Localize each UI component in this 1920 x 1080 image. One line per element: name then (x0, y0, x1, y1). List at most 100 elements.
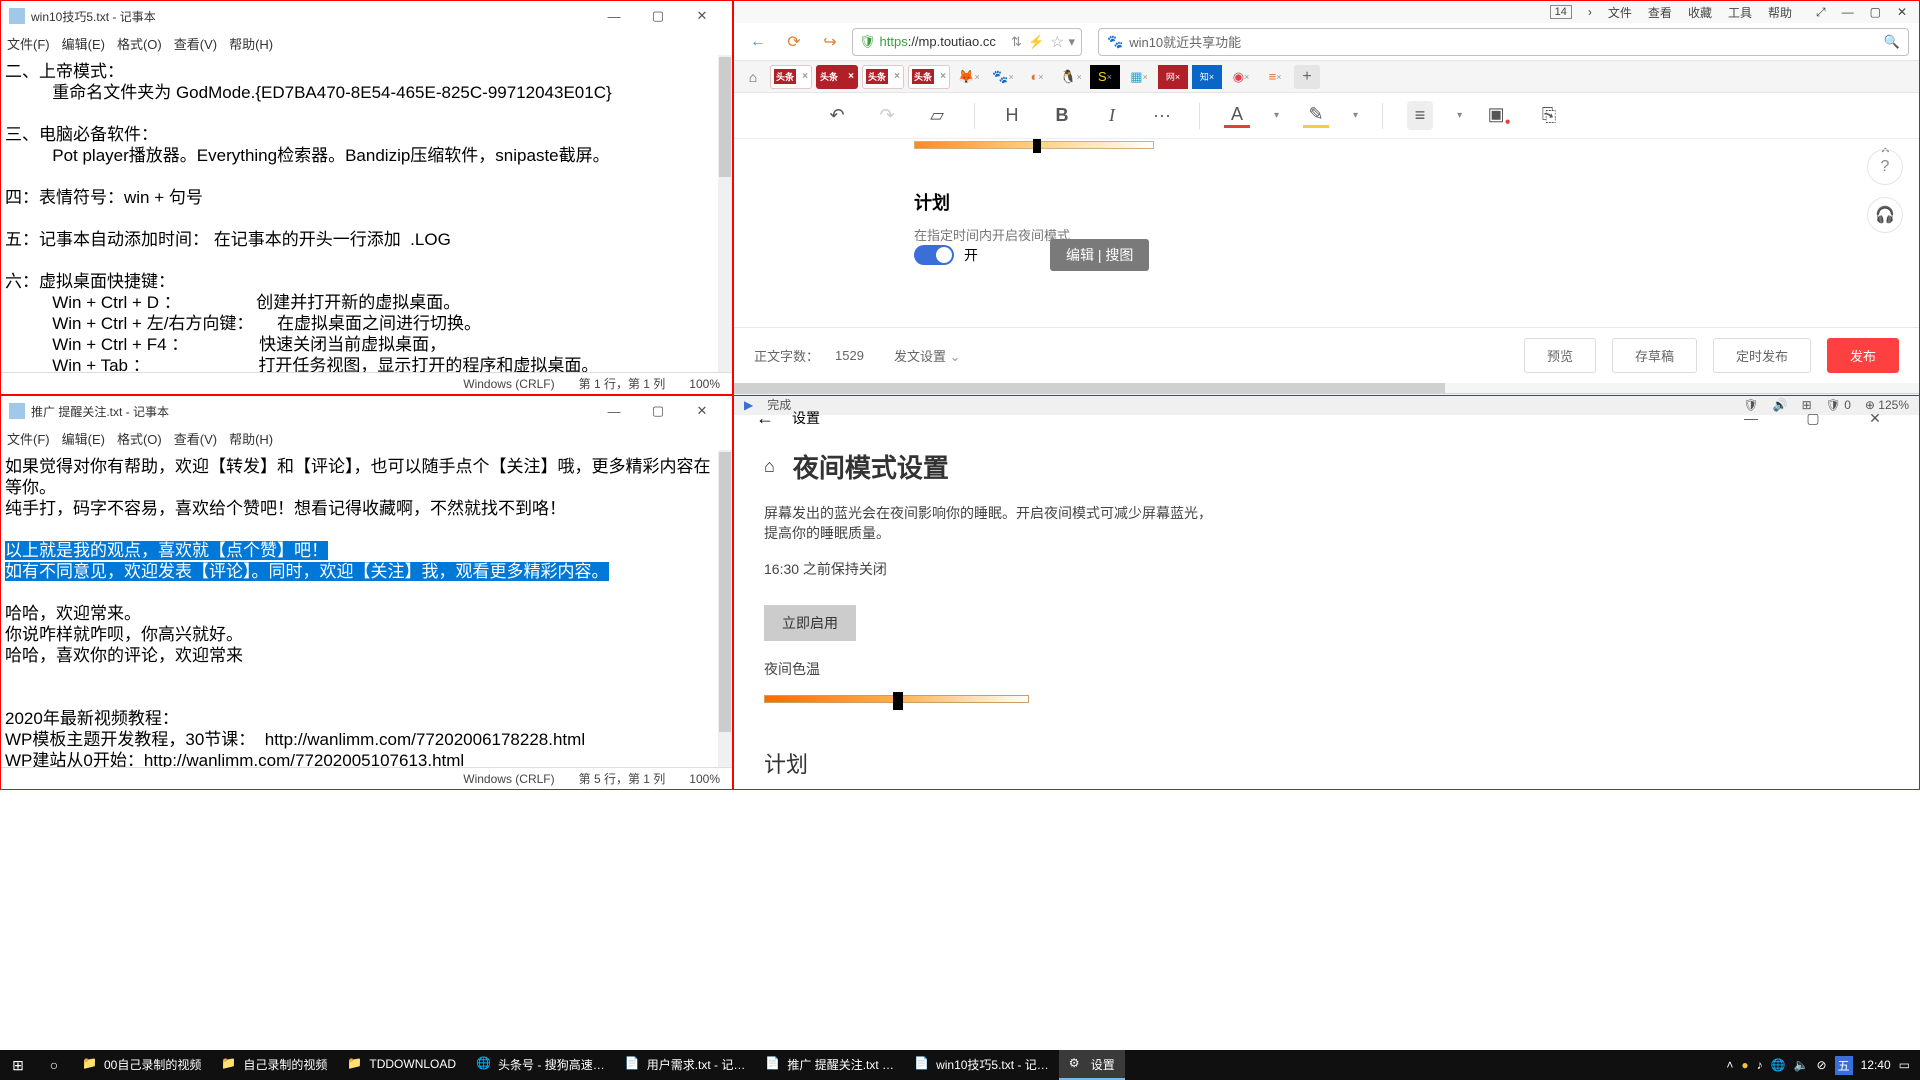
tab-7[interactable]: ◐× (1022, 65, 1052, 89)
search-input[interactable]: 🐾 win10就近共享功能 🔍 (1098, 28, 1909, 56)
text-area[interactable]: 如果觉得对你有帮助，欢迎【转发】和【评论】，也可以随手点个【关注】哦，更多精彩内… (1, 450, 718, 767)
pin-icon[interactable]: ⤢ (1816, 5, 1826, 20)
close-button[interactable]: ✕ (1897, 5, 1907, 19)
tray-block-icon[interactable]: ⊘ (1817, 1058, 1827, 1072)
tab-11[interactable]: 网× (1158, 65, 1188, 89)
publish-settings-dropdown[interactable]: 发文设置 ⌄ (894, 346, 961, 365)
italic-button[interactable]: I (1099, 105, 1125, 126)
save-draft-button[interactable]: 存草稿 (1612, 338, 1697, 373)
minimize-button[interactable]: — (1842, 5, 1854, 19)
start-button[interactable]: ⊞ (0, 1050, 36, 1080)
menu-edit[interactable]: 编辑(E) (62, 429, 105, 448)
tab-3[interactable]: 头条× (862, 65, 904, 89)
favorite-icon[interactable]: ☆ (1050, 32, 1064, 52)
heading-button[interactable]: H (999, 105, 1025, 126)
taskbar-item[interactable]: 📁00自己录制的视频 (72, 1050, 211, 1080)
back-button[interactable]: ← (744, 28, 772, 56)
tray-network-icon[interactable]: 🌐 (1771, 1058, 1786, 1072)
tab-9[interactable]: S× (1090, 65, 1120, 89)
publish-button[interactable]: 发布 (1827, 338, 1899, 373)
taskbar-item[interactable]: 🌐头条号 - 搜狗高速… (466, 1050, 615, 1080)
image-badge-icon[interactable]: ▣● (1486, 104, 1512, 128)
menu-format[interactable]: 格式(O) (117, 34, 162, 53)
new-tab-button[interactable]: + (1294, 65, 1320, 89)
menu-view[interactable]: 查看(V) (174, 429, 217, 448)
help-icon[interactable]: ? (1867, 149, 1903, 185)
undo-icon[interactable]: ↶ (824, 105, 850, 126)
menu-file[interactable]: 文件 (1608, 4, 1632, 21)
tray-ime-icon[interactable]: 五 (1835, 1056, 1853, 1075)
close-button[interactable]: ✕ (680, 403, 724, 419)
edit-search-popup[interactable]: 编辑 | 搜图 (1050, 239, 1149, 271)
tab-4[interactable]: 头条× (908, 65, 950, 89)
maximize-button[interactable]: ▢ (636, 8, 680, 24)
tray-notifications-icon[interactable]: ▭ (1899, 1058, 1910, 1072)
tray-clock[interactable]: 12:40 (1861, 1058, 1891, 1072)
headset-icon[interactable]: 🎧 (1867, 197, 1903, 233)
maximize-button[interactable]: ▢ (1791, 410, 1835, 427)
menu-view[interactable]: 查看 (1648, 4, 1672, 21)
tab-13[interactable]: ◉× (1226, 65, 1256, 89)
search-icon[interactable]: 🔍 (1884, 34, 1900, 50)
minimize-button[interactable]: — (592, 9, 636, 24)
taskbar-item[interactable]: 📁TDDOWNLOAD (337, 1050, 466, 1080)
tab-10[interactable]: ▦× (1124, 65, 1154, 89)
cortana-icon[interactable]: ○ (36, 1050, 72, 1080)
scrollbar[interactable] (718, 450, 732, 767)
menu-help[interactable]: 帮助(H) (229, 34, 273, 53)
back-button[interactable]: ← (756, 408, 774, 429)
tab-14[interactable]: ≡× (1260, 65, 1290, 89)
reload-button[interactable]: ⟳ (780, 28, 808, 56)
titlebar[interactable]: 推广 提醒关注.txt - 记事本 — ▢ ✕ (1, 396, 732, 426)
chevron-right-icon[interactable]: › (1588, 5, 1592, 19)
tray-volume-icon[interactable]: 🔈 (1794, 1058, 1809, 1072)
close-button[interactable]: ✕ (1853, 410, 1897, 427)
align-button[interactable]: ≡ (1407, 101, 1433, 130)
address-input[interactable]: 🛡 https://mp.toutiao.cc ⇅ ⚡ ☆ ▾ (852, 28, 1082, 56)
tab-5[interactable]: 🦊× (954, 65, 984, 89)
menu-file[interactable]: 文件(F) (7, 429, 50, 448)
menu-favorites[interactable]: 收藏 (1688, 4, 1712, 21)
editor-content[interactable]: 计划 在指定时间内开启夜间模式 开 编辑 | 搜图 ⌃ (734, 139, 1919, 327)
flash-icon[interactable]: ⚡ (1028, 34, 1044, 50)
color-temp-slider[interactable] (914, 141, 1154, 149)
menu-help[interactable]: 帮助 (1768, 4, 1792, 21)
tray-sound-icon[interactable]: ♪ (1757, 1058, 1763, 1072)
menu-format[interactable]: 格式(O) (117, 429, 162, 448)
text-area[interactable]: 二、上帝模式： 重命名文件夹为 GodMode.{ED7BA470-8E54-4… (1, 55, 718, 372)
more-button[interactable]: ··· (1149, 105, 1175, 126)
dropdown-icon[interactable]: ▾ (1068, 34, 1075, 50)
menu-tools[interactable]: 工具 (1728, 4, 1752, 21)
redo-icon[interactable]: ↷ (874, 105, 900, 126)
enable-now-button[interactable]: 立即启用 (764, 605, 856, 641)
highlight-button[interactable]: ✎ (1303, 104, 1329, 128)
taskbar-item[interactable]: 📁自己录制的视频 (211, 1050, 337, 1080)
maximize-button[interactable]: ▢ (1870, 5, 1881, 19)
menu-help[interactable]: 帮助(H) (229, 429, 273, 448)
settings-titlebar[interactable]: ← 设置 — ▢ ✕ (734, 396, 1919, 440)
eraser-icon[interactable]: ▱ (924, 105, 950, 126)
tab-2-active[interactable]: 头条× (816, 65, 858, 89)
color-temp-slider[interactable] (764, 695, 1029, 703)
menu-view[interactable]: 查看(V) (174, 34, 217, 53)
minimize-button[interactable]: — (1729, 410, 1773, 426)
bold-button[interactable]: B (1049, 105, 1075, 126)
translate-icon[interactable]: ⇅ (1011, 34, 1022, 50)
tray-cloud-icon[interactable]: ● (1741, 1058, 1748, 1072)
tray-chevron-icon[interactable]: ˄ (1726, 1058, 1733, 1072)
maximize-button[interactable]: ▢ (636, 403, 680, 419)
taskbar-item-settings-active[interactable]: ⚙设置 (1059, 1050, 1125, 1080)
tab-8[interactable]: 🐧× (1056, 65, 1086, 89)
menu-edit[interactable]: 编辑(E) (62, 34, 105, 53)
schedule-toggle[interactable] (914, 245, 954, 265)
schedule-publish-button[interactable]: 定时发布 (1713, 338, 1811, 373)
taskbar-item[interactable]: 📄推广 提醒关注.txt … (755, 1050, 904, 1080)
taskbar-item[interactable]: 📄用户需求.txt - 记… (615, 1050, 756, 1080)
preview-button[interactable]: 预览 (1524, 338, 1596, 373)
menu-file[interactable]: 文件(F) (7, 34, 50, 53)
tab-1[interactable]: 头条× (770, 65, 812, 89)
forward-button[interactable]: ↪ (816, 28, 844, 56)
minimize-button[interactable]: — (592, 404, 636, 419)
home-icon[interactable]: ⌂ (764, 456, 775, 477)
tab-12[interactable]: 知× (1192, 65, 1222, 89)
